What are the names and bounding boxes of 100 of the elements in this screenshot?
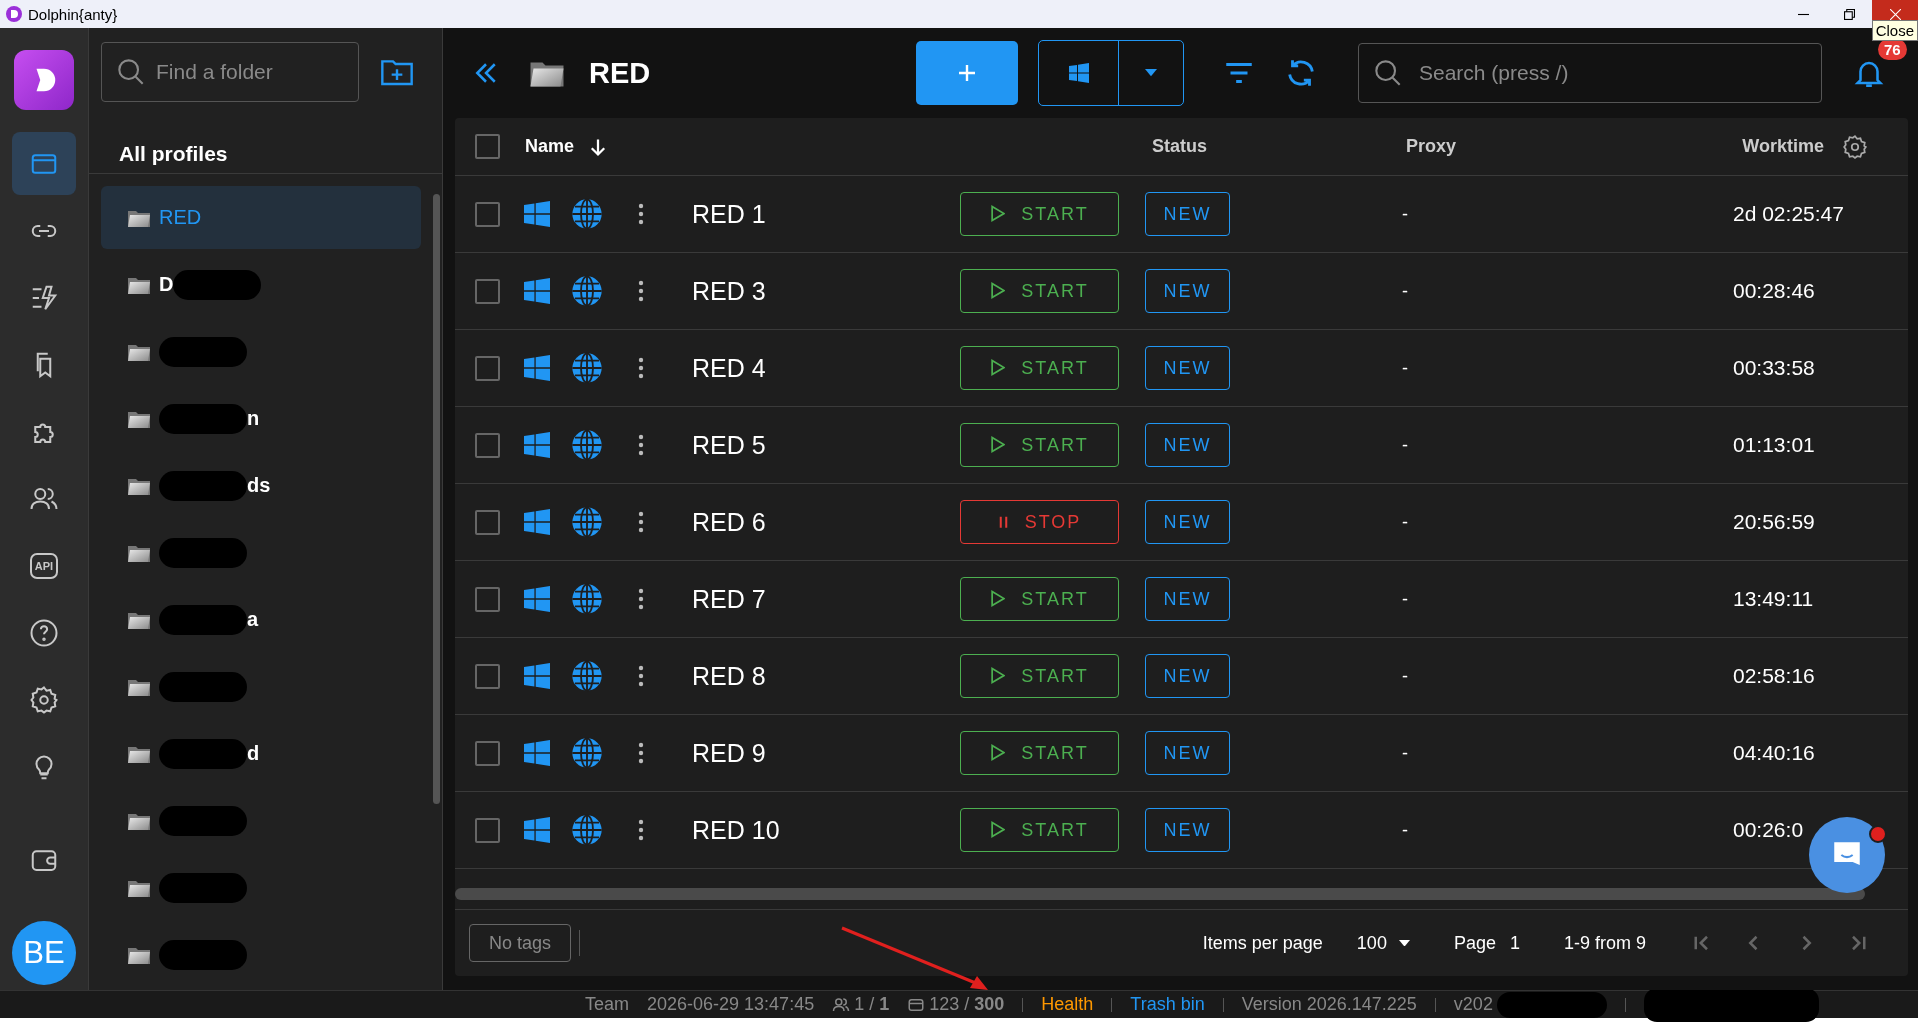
health-link[interactable]: Health xyxy=(1041,994,1094,1015)
scrollbar[interactable] xyxy=(433,194,440,804)
page-label: Page xyxy=(1453,932,1496,954)
windows-icon xyxy=(523,355,551,381)
select-all-checkbox[interactable] xyxy=(475,134,500,159)
profile-name[interactable]: RED 5 xyxy=(692,430,960,460)
worktime-cell-text: 13:49:11 xyxy=(1733,587,1815,611)
items-per-page-label: Items per page xyxy=(1202,932,1323,954)
trash-bin-link[interactable]: Trash bin xyxy=(1130,994,1205,1015)
start-button[interactable]: START xyxy=(960,423,1119,467)
row-checkbox[interactable] xyxy=(475,740,500,766)
more-options-icon[interactable] xyxy=(637,202,645,226)
profile-name[interactable]: RED 1 xyxy=(692,199,960,229)
scrollbar[interactable] xyxy=(455,888,1865,900)
globe-icon xyxy=(571,583,603,615)
folder-item[interactable]: a xyxy=(101,588,421,651)
windows-icon xyxy=(523,740,551,766)
page-number: 1 xyxy=(1509,932,1520,954)
status-tag: NEW xyxy=(1145,500,1230,544)
start-button[interactable]: START xyxy=(960,577,1119,621)
row-checkbox[interactable] xyxy=(475,201,500,227)
page-range: 1-9 from 9 xyxy=(1563,932,1646,954)
status-tag: NEW xyxy=(1145,423,1230,467)
column-header[interactable]: Status xyxy=(1152,136,1208,157)
row-checkbox[interactable] xyxy=(475,663,500,689)
folder-search-field[interactable]: Find a folder xyxy=(101,42,359,102)
row-checkbox[interactable] xyxy=(475,509,500,535)
start-button[interactable]: START xyxy=(960,269,1119,313)
folder-title: RED xyxy=(589,56,651,90)
column-header[interactable]: Proxy xyxy=(1406,136,1457,157)
build-text: v202 xyxy=(1453,994,1493,1015)
globe-icon xyxy=(571,660,603,692)
all-profiles-heading[interactable]: All profiles xyxy=(89,102,442,174)
start-button[interactable]: START xyxy=(960,192,1119,236)
windows-icon xyxy=(523,817,551,843)
worktime-cell-text: 02:58:16 xyxy=(1733,664,1816,688)
more-options-icon[interactable] xyxy=(637,279,645,303)
row-checkbox[interactable] xyxy=(475,817,500,843)
start-button[interactable]: START xyxy=(960,731,1119,775)
profile-name[interactable]: RED 7 xyxy=(692,584,960,614)
start-button[interactable]: START xyxy=(960,654,1119,698)
app-logo[interactable] xyxy=(14,50,74,110)
folder-item[interactable]: d xyxy=(101,722,421,785)
play-icon xyxy=(990,667,1006,685)
globe-icon xyxy=(571,429,603,461)
globe-icon xyxy=(571,814,603,846)
row-checkbox[interactable] xyxy=(475,586,500,612)
proxy-cell: - xyxy=(1402,280,1408,302)
profile-name[interactable]: RED 9 xyxy=(692,738,960,768)
profiles-count: 123 / 300 xyxy=(929,994,1005,1015)
status-tag: NEW xyxy=(1145,346,1230,390)
row-checkbox[interactable] xyxy=(475,355,500,381)
status-tag: NEW xyxy=(1145,808,1230,852)
folder-item[interactable]: RED xyxy=(101,186,421,249)
profile-name[interactable]: RED 3 xyxy=(692,276,960,306)
more-options-icon[interactable] xyxy=(637,433,645,457)
search-icon xyxy=(117,58,145,86)
profile-name[interactable]: RED 10 xyxy=(692,815,960,845)
more-options-icon[interactable] xyxy=(637,356,645,380)
profile-search-field[interactable]: Search (press /) xyxy=(1358,43,1822,103)
folder-item[interactable]: ds xyxy=(101,454,421,517)
row-checkbox[interactable] xyxy=(475,432,500,458)
folder-item[interactable]: n xyxy=(101,387,421,450)
more-options-icon[interactable] xyxy=(637,818,645,842)
nav-item[interactable]: API xyxy=(12,534,76,597)
datetime: 2026-06-29 13:47:45 xyxy=(647,994,815,1015)
folder-name: D xyxy=(159,273,174,296)
profile-name[interactable]: RED 8 xyxy=(692,661,960,691)
folder-name: n xyxy=(247,407,260,430)
profile-name[interactable]: RED 6 xyxy=(692,507,960,537)
caret-icon xyxy=(1145,69,1157,77)
add-folder-icon[interactable] xyxy=(381,57,413,87)
more-options-icon[interactable] xyxy=(637,741,645,765)
start-button[interactable]: START xyxy=(960,808,1119,852)
start-button[interactable]: START xyxy=(960,346,1119,390)
windows-icon xyxy=(523,432,551,458)
globe-icon xyxy=(571,198,603,230)
search-icon xyxy=(1374,59,1402,87)
profile-name[interactable]: RED 4 xyxy=(692,353,960,383)
worktime-cell-text: 04:40:16 xyxy=(1733,741,1816,765)
more-options-icon[interactable] xyxy=(637,664,645,688)
more-options-icon[interactable] xyxy=(637,510,645,534)
tooltip: Close xyxy=(1871,20,1918,41)
play-icon xyxy=(990,821,1006,839)
globe-icon xyxy=(571,352,603,384)
more-options-icon[interactable] xyxy=(637,587,645,611)
column-header[interactable]: Name xyxy=(525,136,575,157)
worktime-cell-text: 00:26:0 xyxy=(1733,818,1805,842)
row-checkbox[interactable] xyxy=(475,278,500,304)
proxy-cell: - xyxy=(1402,819,1408,841)
folder-name: a xyxy=(247,608,259,631)
pause-icon xyxy=(997,514,1009,530)
column-header[interactable]: Worktime xyxy=(1742,136,1824,157)
items-per-page-select[interactable]: 100 xyxy=(1350,931,1416,955)
stop-button[interactable]: STOP xyxy=(960,500,1119,544)
plus-icon xyxy=(957,63,977,83)
tags-button[interactable]: No tags xyxy=(469,924,572,962)
folder-item[interactable]: D xyxy=(101,253,421,316)
worktime-cell-text: 01:13:01 xyxy=(1733,433,1816,457)
settings-icon[interactable] xyxy=(1842,133,1868,160)
